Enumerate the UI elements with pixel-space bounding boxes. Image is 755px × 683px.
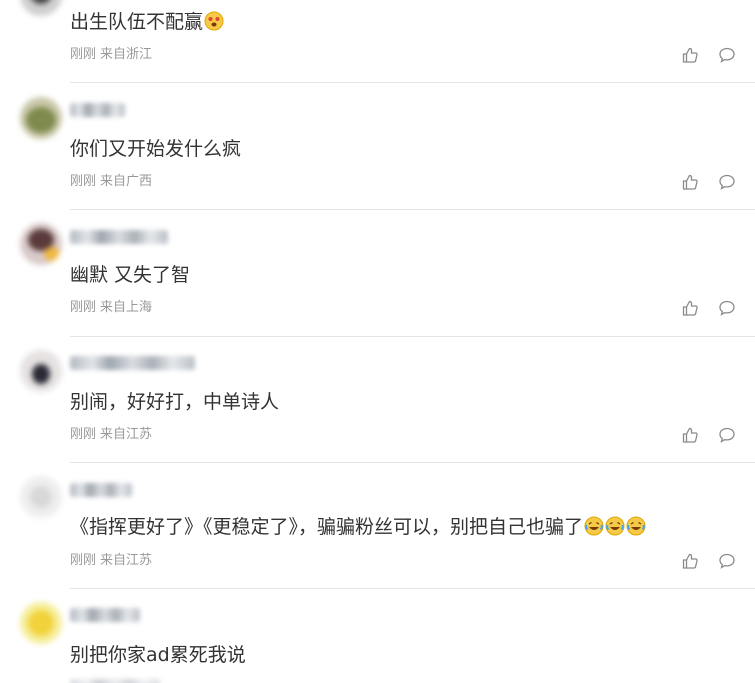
comment-time: 刚刚 [70,174,97,189]
laughing-crying-emoji [584,516,604,542]
username[interactable] [70,608,140,622]
username[interactable] [70,483,132,497]
comment-bubble-icon[interactable] [718,552,736,570]
comment-text: 你们又开始发什么疯 [70,138,242,160]
comment-bubble-icon[interactable] [718,426,736,444]
divider [70,209,755,210]
avatar[interactable] [20,476,62,518]
divider [70,336,755,337]
comment-meta: 刚刚 来自上海 [70,300,152,316]
avatar[interactable] [20,350,62,392]
laughing-crying-emoji [605,516,625,542]
thumbs-up-icon[interactable] [681,46,699,64]
divider [70,462,755,463]
divider [70,82,755,83]
comment-actions [681,426,741,446]
comment-actions [681,299,741,319]
comment-meta: 刚刚 来自浙江 [70,47,152,63]
username[interactable] [70,230,168,244]
comment-text: 幽默 又失了智 [70,264,191,286]
comment-text: 《指挥更好了》《更稳定了》，骗骗粉丝可以，别把自己也骗了 [70,515,646,542]
comment-feed: 出生队伍不配赢 刚刚 来自浙江 你们又开始发什么疯 刚刚 来自广西 幽默 又失了… [0,0,755,683]
laughing-crying-emoji [626,516,646,542]
comment-time: 刚刚 [70,427,97,442]
comment-bubble-icon[interactable] [718,46,736,64]
comment-text: 出生队伍不配赢 [70,10,224,37]
comment-meta: 刚刚 来自江苏 [70,427,152,443]
comment-meta: 刚刚 来自广西 [70,174,152,190]
avatar[interactable] [20,0,62,16]
thumbs-up-icon[interactable] [681,426,699,444]
comment-location: 来自广西 [100,174,153,189]
comment-time: 刚刚 [70,47,97,62]
surprised-face-emoji [204,11,224,37]
comment-meta: 刚刚 来自江苏 [70,553,152,569]
comment-location: 来自浙江 [100,47,153,62]
comment-time: 刚刚 [70,553,97,568]
comment-text: 别闹，好好打，中单诗人 [70,391,280,413]
comment-actions [681,46,741,66]
thumbs-up-icon[interactable] [681,299,699,317]
comment-bubble-icon[interactable] [718,173,736,191]
divider [70,588,755,589]
comment-bubble-icon[interactable] [718,299,736,317]
username[interactable] [70,356,195,370]
avatar[interactable] [20,223,62,265]
comment-location: 来自江苏 [100,553,153,568]
thumbs-up-icon[interactable] [681,552,699,570]
username[interactable] [70,103,125,117]
thumbs-up-icon[interactable] [681,173,699,191]
comment-location: 来自上海 [100,300,153,315]
avatar[interactable] [20,97,62,139]
comment-meta-blurred [70,679,160,683]
comment-location: 来自江苏 [100,427,153,442]
comment-time: 刚刚 [70,300,97,315]
comment-actions [681,552,741,572]
avatar[interactable] [20,602,62,644]
comment-actions [681,173,741,193]
comment-text: 别把你家ad累死我说 [70,644,246,666]
